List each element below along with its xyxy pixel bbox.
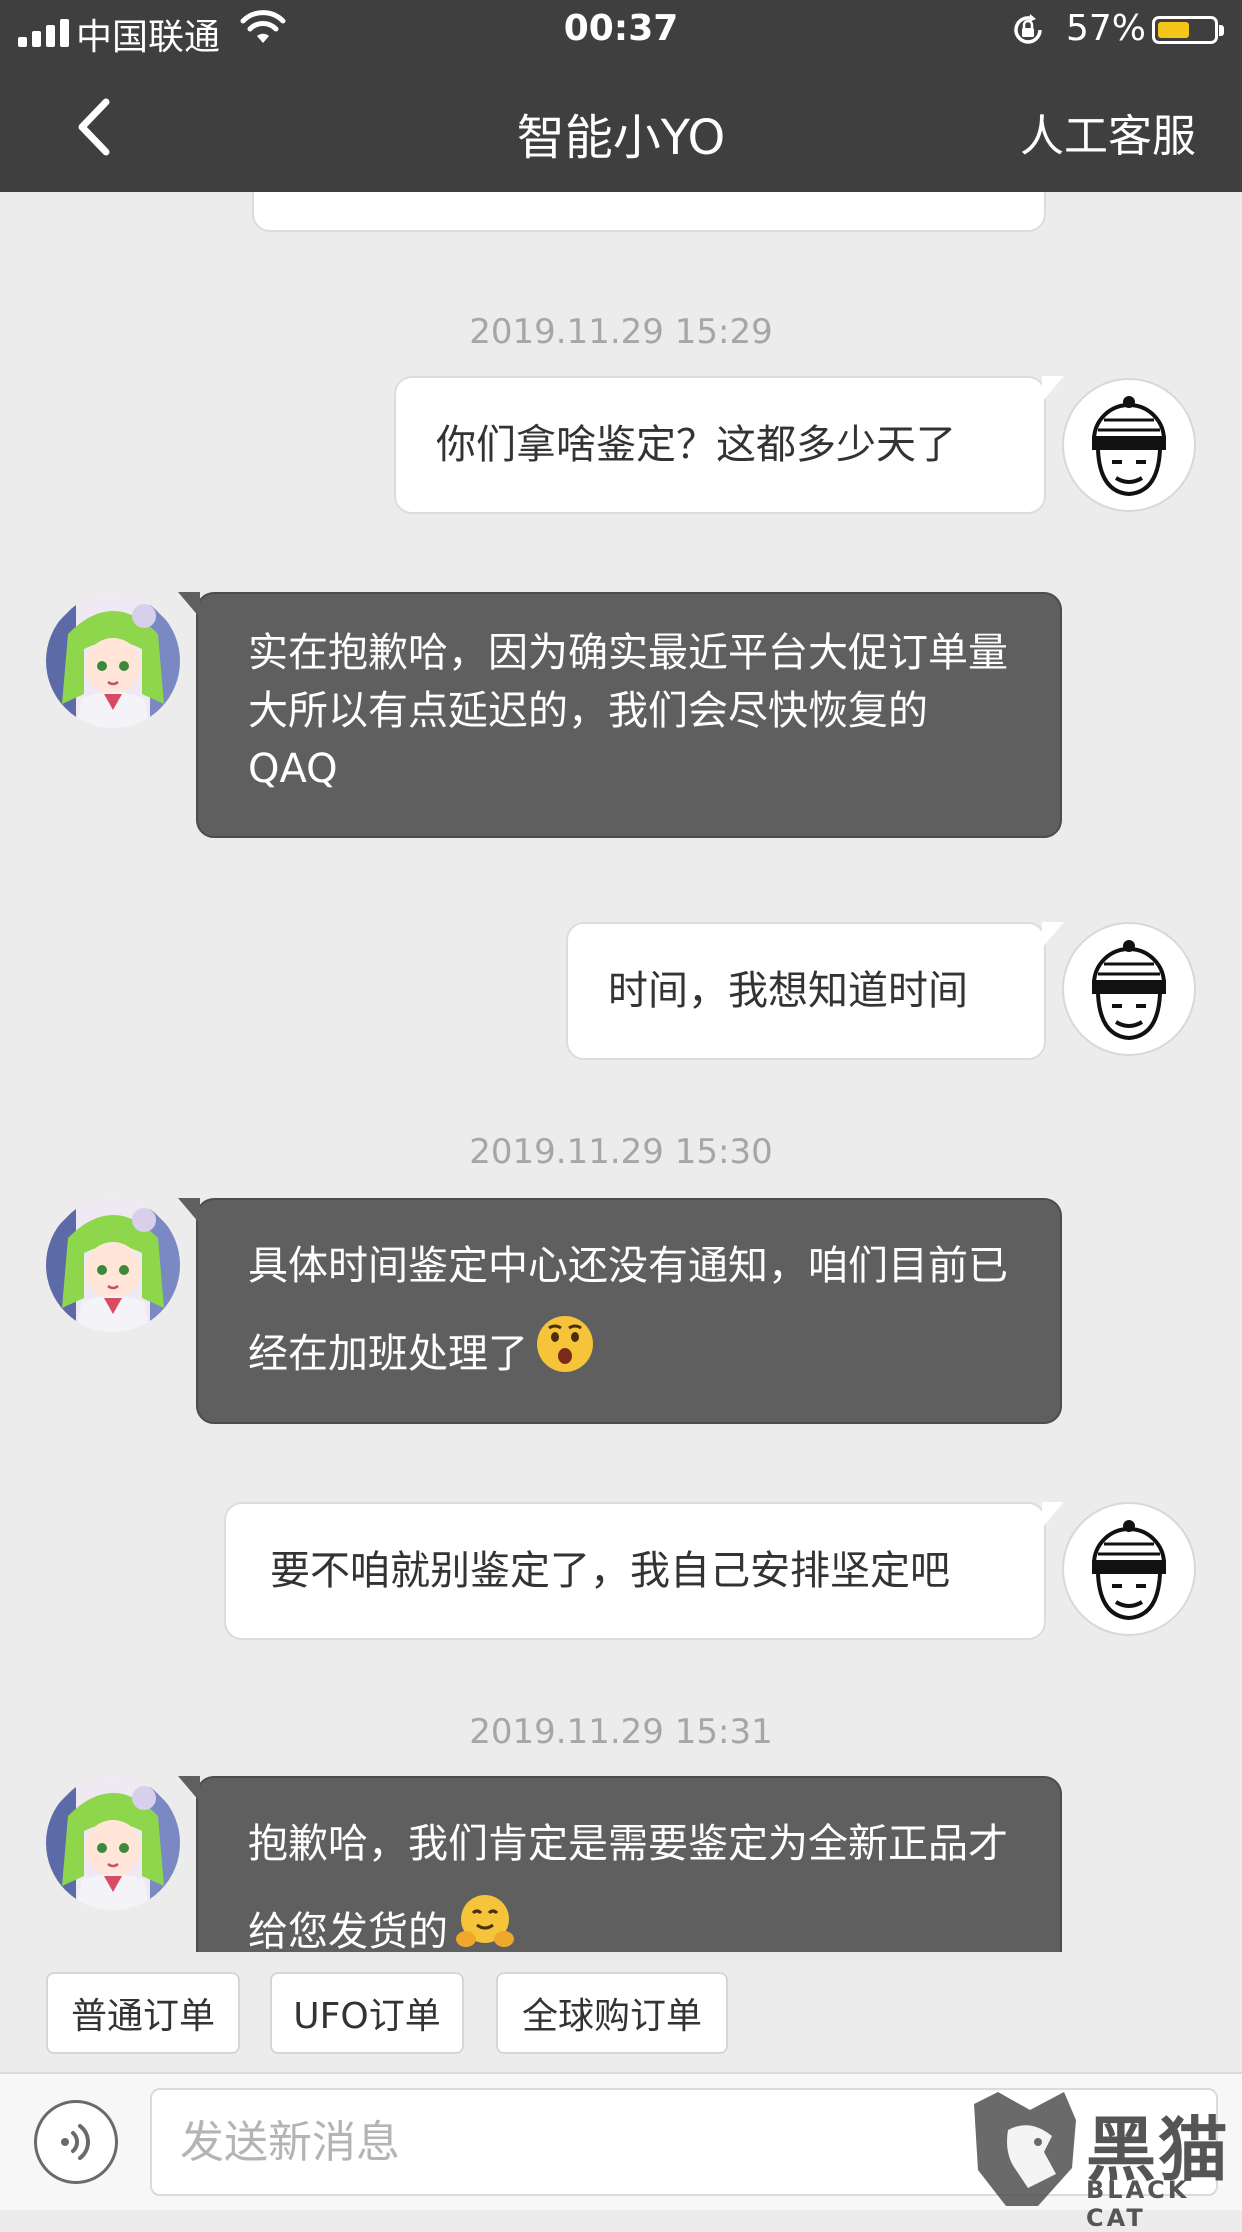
user-face-icon xyxy=(1091,940,1167,1041)
quick-reply-normal-order[interactable]: 普通订单 xyxy=(46,1972,240,2054)
bot-message-bubble[interactable]: 抱歉哈，我们肯定是需要鉴定为全新正品才给您发货的 xyxy=(178,1776,1062,1952)
quick-reply-bar: 普通订单 UFO订单 全球购订单 xyxy=(0,1952,1242,2072)
voice-input-button[interactable] xyxy=(34,2100,118,2184)
quick-reply-ufo-order[interactable]: UFO订单 xyxy=(270,1972,464,2054)
user-face-icon xyxy=(1091,396,1167,497)
user-avatar[interactable] xyxy=(1062,1502,1196,1636)
bot-avatar[interactable] xyxy=(46,1198,180,1332)
message-text: 时间，我想知道时间 xyxy=(608,968,968,1014)
status-bar: 中国联通 00:37 57% xyxy=(0,0,1242,62)
quick-reply-global-order[interactable]: 全球购订单 xyxy=(496,1972,728,2054)
battery-level xyxy=(1158,22,1189,38)
nav-bar: 智能小YO 人工客服 xyxy=(0,62,1242,192)
user-message-bubble[interactable]: 要不咱就别鉴定了，我自己安排坚定吧 xyxy=(224,1502,1064,1640)
timestamp: 2019.11.29 15:29 xyxy=(469,312,773,352)
bot-avatar[interactable] xyxy=(46,594,180,728)
user-avatar[interactable] xyxy=(1062,378,1196,512)
bot-message-bubble[interactable]: 具体时间鉴定中心还没有通知，咱们目前已经在加班处理了 xyxy=(178,1198,1062,1424)
message-text: 你们拿啥鉴定？这都多少天了 xyxy=(436,422,956,468)
bot-anime-avatar-icon xyxy=(46,1198,180,1332)
timestamp: 2019.11.29 15:31 xyxy=(469,1712,773,1752)
message-bubble-partial xyxy=(252,192,1046,232)
surprised-face-emoji xyxy=(537,1316,593,1372)
bot-message-bubble[interactable]: 实在抱歉哈，因为确实最近平台大促订单量大所以有点延迟的，我们会尽快恢复的QAQ xyxy=(178,592,1062,838)
message-text: 要不咱就别鉴定了，我自己安排坚定吧 xyxy=(270,1548,950,1594)
battery-icon xyxy=(1152,16,1218,44)
hugging-face-emoji xyxy=(456,1895,514,1947)
message-text: 抱歉哈，我们肯定是需要鉴定为全新正品才给您发货的 xyxy=(248,1821,1008,1952)
bot-anime-avatar-icon xyxy=(46,1776,180,1910)
user-avatar[interactable] xyxy=(1062,922,1196,1056)
battery-percent: 57% xyxy=(1066,8,1147,49)
orientation-lock-icon xyxy=(1014,14,1042,44)
message-text: 实在抱歉哈，因为确实最近平台大促订单量大所以有点延迟的，我们会尽快恢复的QAQ xyxy=(248,630,1008,792)
voice-input-icon xyxy=(61,2124,90,2160)
user-message-bubble[interactable]: 时间，我想知道时间 xyxy=(566,922,1064,1060)
message-text: 具体时间鉴定中心还没有通知，咱们目前已经在加班处理了 xyxy=(248,1243,1008,1377)
bot-avatar[interactable] xyxy=(46,1776,180,1910)
user-face-icon xyxy=(1091,1520,1167,1621)
bot-anime-avatar-icon xyxy=(46,594,180,728)
timestamp: 2019.11.29 15:30 xyxy=(469,1132,773,1172)
chat-scroll-area[interactable]: 2019.11.29 15:29 你们拿啥鉴定？这都多少天了 实在抱歉哈，因为确… xyxy=(0,192,1242,1952)
battery-tip xyxy=(1219,25,1224,36)
user-message-bubble[interactable]: 你们拿啥鉴定？这都多少天了 xyxy=(394,376,1064,514)
status-time: 00:37 xyxy=(563,8,679,49)
watermark-subtitle: BLACK CAT xyxy=(1086,2176,1190,2232)
top-bar: 中国联通 00:37 57% 智能小YO 人工客服 xyxy=(0,0,1242,192)
human-service-button[interactable]: 人工客服 xyxy=(1020,100,1196,164)
